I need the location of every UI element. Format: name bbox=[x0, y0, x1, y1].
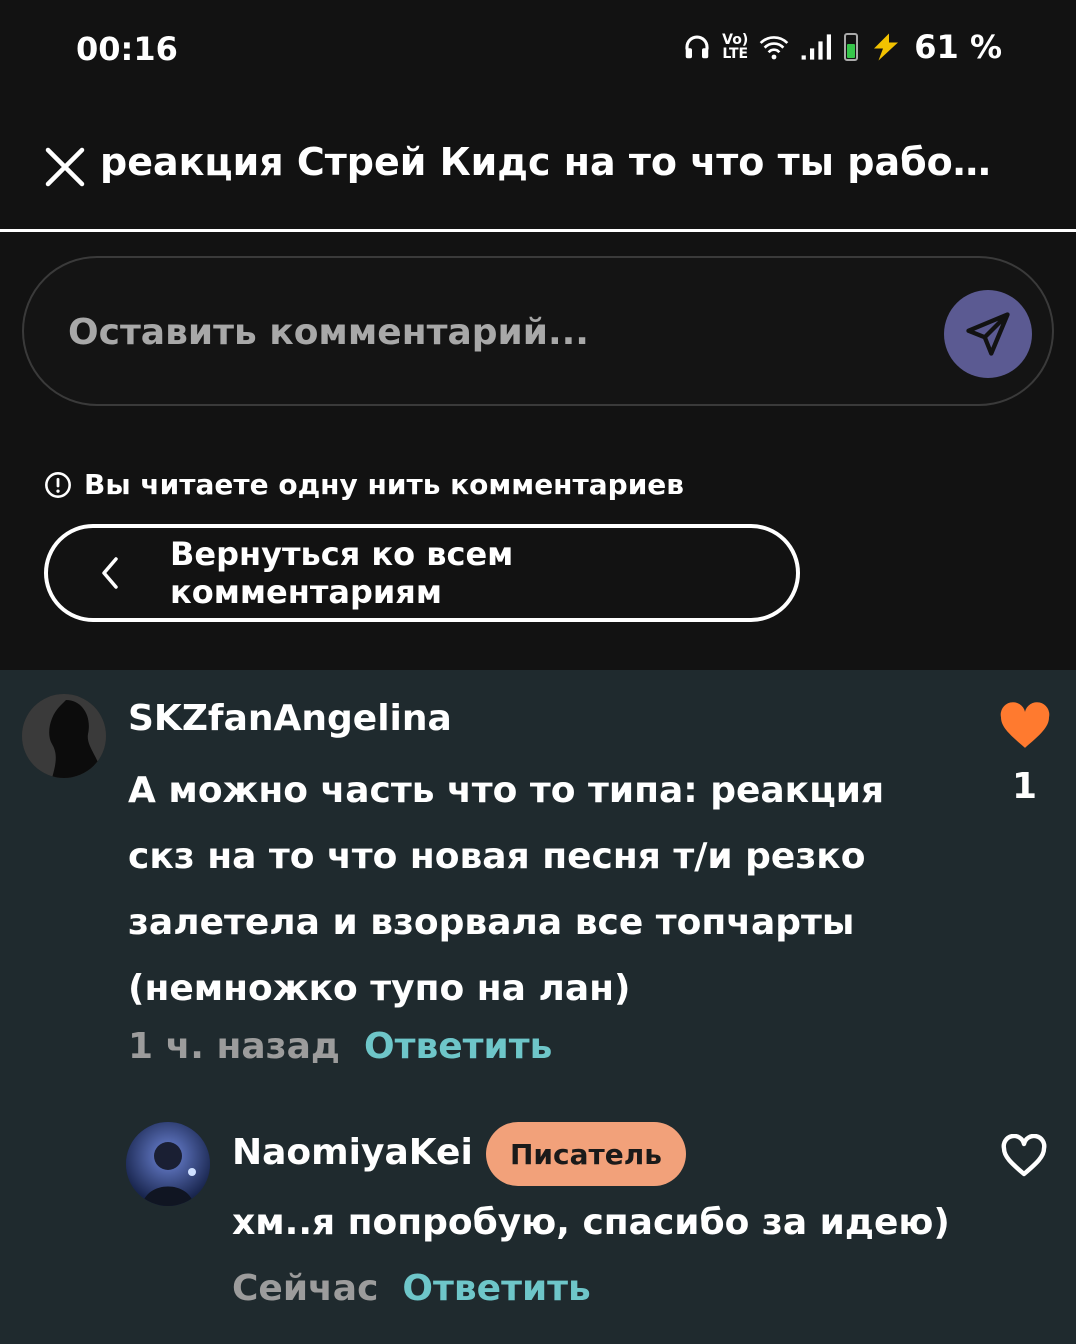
volte-label-top: Vo) bbox=[722, 32, 749, 48]
comment-username[interactable]: SKZfanAngelina bbox=[128, 698, 452, 739]
send-button[interactable] bbox=[944, 290, 1032, 378]
chevron-left-icon bbox=[102, 557, 118, 589]
volte-label-bottom: LTE bbox=[722, 46, 749, 62]
comment-box bbox=[22, 256, 1054, 406]
status-bar: 00:16 Vo) LTE 61 % bbox=[0, 0, 1076, 100]
comment-meta: Сейчас Ответить bbox=[232, 1268, 591, 1309]
story-header: реакция Стрей Кидс на то что ты работае.… bbox=[0, 100, 1076, 232]
avatar-photo-icon bbox=[126, 1122, 210, 1206]
avatar-silhouette-icon bbox=[22, 694, 106, 778]
comment-thread: SKZfanAngelina А можно часть что то типа… bbox=[0, 670, 1076, 1344]
comment-meta: 1 ч. назад Ответить bbox=[128, 1026, 552, 1067]
signal-icon bbox=[801, 34, 832, 60]
volte-icon: Vo) LTE bbox=[722, 33, 748, 61]
avatar[interactable] bbox=[126, 1122, 210, 1206]
writer-badge: Писатель bbox=[486, 1122, 686, 1186]
charging-icon bbox=[874, 33, 899, 61]
battery-icon bbox=[844, 33, 859, 61]
avatar[interactable] bbox=[22, 694, 106, 778]
close-icon[interactable] bbox=[40, 142, 90, 192]
reply-button[interactable]: Ответить bbox=[364, 1026, 552, 1067]
comment-time: 1 ч. назад bbox=[128, 1026, 340, 1067]
reply-button[interactable]: Ответить bbox=[402, 1268, 590, 1309]
comment-input[interactable] bbox=[66, 304, 910, 360]
comment-time: Сейчас bbox=[232, 1268, 379, 1309]
heart-outline-icon[interactable] bbox=[1000, 1134, 1048, 1178]
status-icons: Vo) LTE 61 % bbox=[682, 28, 1002, 66]
back-to-all-comments-button[interactable]: Вернуться ко всем комментариям bbox=[44, 524, 800, 622]
comment-username[interactable]: NaomiyaKei bbox=[232, 1132, 473, 1173]
like-count: 1 bbox=[1012, 766, 1038, 807]
status-time: 00:16 bbox=[76, 30, 178, 68]
page-title: реакция Стрей Кидс на то что ты работае.… bbox=[100, 140, 1000, 184]
heart-filled-icon[interactable] bbox=[998, 702, 1052, 750]
wifi-icon bbox=[759, 36, 789, 60]
headphones-icon bbox=[685, 35, 709, 59]
battery-percent: 61 % bbox=[914, 28, 1002, 66]
thread-note-text: Вы читаете одну нить комментариев bbox=[84, 468, 685, 501]
comment-text: хм..я попробую, спасибо за идею) bbox=[232, 1202, 950, 1243]
send-icon bbox=[966, 312, 1010, 356]
comment-text: А можно часть что то типа: реакция скз н… bbox=[128, 770, 885, 1009]
info-icon bbox=[45, 471, 71, 498]
back-button-label: Вернуться ко всем комментариям bbox=[169, 535, 514, 611]
thread-note: Вы читаете одну нить комментариев bbox=[44, 468, 684, 501]
